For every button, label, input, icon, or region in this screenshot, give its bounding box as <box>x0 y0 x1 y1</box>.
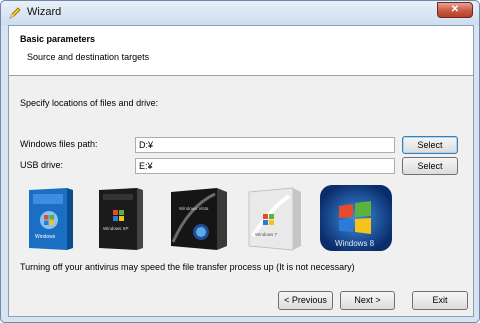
usb-drive-input[interactable]: E:¥ <box>135 158 395 174</box>
windows-vista-box-image: Windows Vista <box>171 188 227 250</box>
windows-8-logo-image: Windows 8 <box>320 185 392 251</box>
page-title: Basic parameters <box>20 34 96 44</box>
svg-text:Windows 8: Windows 8 <box>335 239 375 248</box>
select-windows-path-button[interactable]: Select <box>402 136 458 154</box>
title-bar[interactable]: Wizard ✕ <box>1 1 479 25</box>
svg-text:Windows Vista: Windows Vista <box>179 206 209 211</box>
wizard-page: Basic parameters Source and destination … <box>8 25 474 317</box>
svg-text:Windows XP: Windows XP <box>103 226 129 231</box>
next-button[interactable]: Next > <box>340 291 395 310</box>
pen-icon <box>9 7 21 19</box>
instruction-text: Specify locations of files and drive: <box>20 98 159 108</box>
wizard-window: Wizard ✕ Basic parameters Source and des… <box>0 0 480 323</box>
select-usb-drive-button[interactable]: Select <box>402 157 458 175</box>
windows-path-label: Windows files path: <box>20 139 98 149</box>
windows-path-input[interactable]: D:¥ <box>135 137 395 153</box>
close-button[interactable]: ✕ <box>437 2 473 18</box>
page-subtitle: Source and destination targets <box>27 52 150 62</box>
previous-button[interactable]: < Previous <box>278 291 333 310</box>
windows-xp-box-image: Windows <box>29 188 73 250</box>
page-header: Basic parameters Source and destination … <box>9 26 473 76</box>
windows-xp-pro-box-image: Windows XP <box>99 188 143 250</box>
window-title: Wizard <box>27 6 62 18</box>
svg-text:Windows 7: Windows 7 <box>255 232 278 237</box>
windows-7-box-image: Windows 7 <box>248 187 301 251</box>
svg-text:Windows: Windows <box>35 234 56 240</box>
exit-button[interactable]: Exit <box>412 291 468 310</box>
usb-drive-label: USB drive: <box>20 160 64 170</box>
antivirus-note: Turning off your antivirus may speed the… <box>20 262 355 272</box>
